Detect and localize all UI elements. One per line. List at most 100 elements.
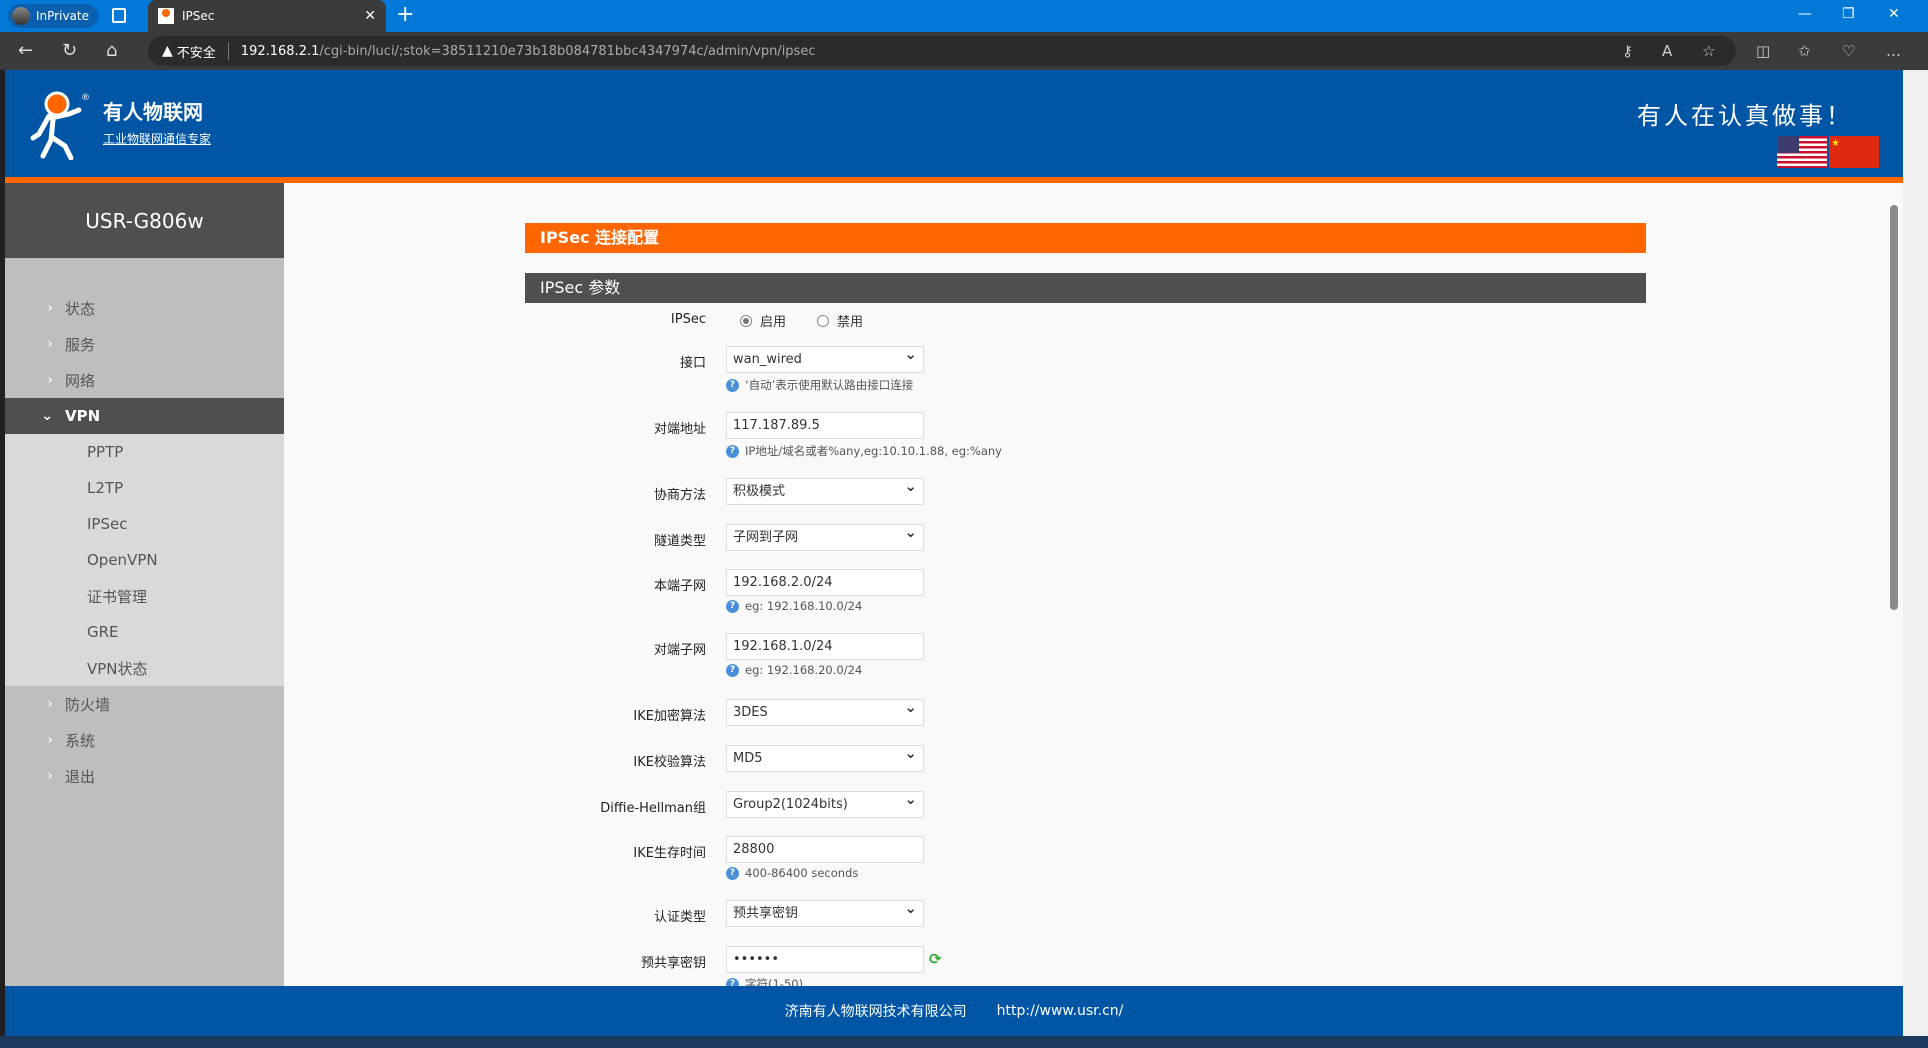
minimize-icon[interactable]: — — [1798, 6, 1812, 22]
sidebar-item-label: PPTP — [87, 443, 124, 461]
help-icon: ? — [726, 378, 739, 392]
help-icon: ? — [726, 599, 739, 613]
chevron-right-icon: › — [47, 768, 53, 784]
sidebar-item[interactable]: › 防火墙 — [5, 686, 284, 722]
security-label[interactable]: 不安全 — [177, 42, 216, 61]
restore-icon[interactable]: ❐ — [1842, 6, 1855, 22]
tab-actions-icon[interactable] — [112, 8, 126, 23]
ike-hash-label: IKE校验算法 — [633, 755, 706, 770]
home-icon[interactable]: ⌂ — [106, 40, 117, 61]
slogan: 有人在认真做事！ — [1637, 102, 1853, 130]
sidebar: USR-G806w › 状态 › 服务 › 网络 ⌄ VPN PPTP L2TP IPSec Open… — [5, 183, 284, 1036]
auth-type-select[interactable]: 预共享密钥 — [726, 896, 924, 927]
sidebar-item[interactable]: OpenVPN — [5, 542, 284, 578]
sidebar-item[interactable]: IPSec — [5, 506, 284, 542]
hint-text: ‘自动’表示使用默认路由接口连接 — [745, 378, 914, 392]
read-aloud-icon[interactable]: A — [1662, 42, 1672, 60]
cn-flag-icon[interactable]: ★ — [1829, 136, 1879, 168]
chevron-down-icon: ⌄ — [41, 408, 53, 424]
sidebar-item-label: 系统 — [65, 731, 96, 750]
close-window-icon[interactable]: ✕ — [1888, 6, 1900, 22]
sidebar-item[interactable]: VPN状态 — [5, 650, 284, 686]
company-name: 济南有人物联网技术有限公司 — [784, 1004, 967, 1020]
close-tab-icon[interactable]: ✕ — [364, 8, 376, 24]
new-tab-icon[interactable]: + — [396, 2, 414, 27]
ipsec-label: IPSec — [670, 312, 706, 327]
sidebar-item[interactable]: › 退出 — [5, 758, 284, 794]
hint-text: eg: 192.168.20.0/24 — [745, 663, 863, 677]
key-icon[interactable]: ⚷ — [1622, 42, 1633, 60]
ike-hash-select[interactable]: MD5 — [726, 741, 924, 772]
negotiation-select[interactable]: 积极模式 — [726, 474, 924, 505]
us-flag-icon[interactable] — [1777, 136, 1827, 168]
url-path: /cgi-bin/luci/;stok=38511210e73b18b08478… — [319, 43, 816, 59]
sidebar-item-label: VPN状态 — [87, 659, 148, 678]
favorite-icon[interactable]: ☆ — [1702, 42, 1715, 60]
sidebar-item-label: 证书管理 — [87, 587, 148, 606]
header-divider — [5, 177, 1903, 183]
taskbar — [0, 1036, 1928, 1048]
sidebar-item[interactable]: › 状态 — [5, 290, 284, 326]
logo-icon: ® — [30, 91, 90, 160]
local-subnet-input[interactable]: 192.168.2.0/24 — [726, 569, 924, 596]
ike-lifetime-hint: ? 400-86400 seconds — [726, 866, 858, 880]
ipsec-enable-radio[interactable]: 启用 — [740, 311, 786, 330]
split-screen-icon[interactable]: ◫ — [1756, 42, 1770, 60]
sidebar-item[interactable]: 证书管理 — [5, 578, 284, 614]
page-scrollbar[interactable] — [1903, 70, 1928, 1036]
sidebar-item-label: 退出 — [65, 767, 96, 786]
psk-input[interactable]: •••••• — [726, 946, 924, 973]
tab-title: IPSec — [182, 9, 215, 23]
favorites-icon[interactable]: ✩ — [1798, 42, 1811, 60]
inprivate-badge[interactable]: InPrivate — [8, 4, 98, 28]
chevron-right-icon: › — [47, 300, 53, 316]
ipsec-disable-radio[interactable]: 禁用 — [817, 311, 863, 330]
help-icon: ? — [726, 444, 739, 458]
sidebar-item[interactable]: › 系统 — [5, 722, 284, 758]
sidebar-item[interactable]: ⌄ VPN — [5, 398, 284, 434]
chevron-right-icon: › — [47, 732, 53, 748]
enable-label: 启用 — [760, 315, 787, 330]
sidebar-item[interactable]: › 网络 — [5, 362, 284, 398]
sidebar-item-label: IPSec — [87, 515, 128, 533]
brand-tagline[interactable]: 工业物联网通信专家 — [103, 130, 211, 147]
psk-label: 预共享密钥 — [640, 956, 706, 971]
interface-select[interactable]: wan_wired — [726, 342, 924, 373]
scrollbar-thumb[interactable] — [1890, 205, 1898, 610]
sidebar-item-label: OpenVPN — [87, 551, 158, 569]
refresh-icon[interactable]: ↻ — [62, 40, 77, 61]
company-url[interactable]: http://www.usr.cn/ — [997, 1003, 1124, 1019]
device-model: USR-G806w — [5, 183, 284, 258]
address-bar[interactable]: ▲ 不安全 192.168.2.1/cgi-bin/luci/;stok=38511… — [148, 36, 1736, 66]
ike-encryption-select[interactable]: 3DES — [726, 695, 924, 726]
peer-subnet-hint: ? eg: 192.168.20.0/24 — [726, 663, 862, 677]
peer-address-input[interactable]: 117.187.89.5 — [726, 412, 924, 439]
page: ® 有人物联网 工业物联网通信专家 有人在认真做事！ ★ USR-G806w ›… — [5, 70, 1903, 1036]
hint-text: IP地址/域名或者%any,eg:10.10.1.88, eg:%any — [745, 444, 1002, 458]
refresh-key-icon[interactable]: ⟳ — [929, 950, 942, 968]
sidebar-item[interactable]: L2TP — [5, 470, 284, 506]
sidebar-item[interactable]: › 服务 — [5, 326, 284, 362]
url-host: 192.168.2.1 — [240, 43, 320, 59]
health-icon[interactable]: ♡ — [1842, 42, 1855, 60]
svg-text:®: ® — [81, 93, 90, 103]
hint-text: 400-86400 seconds — [745, 866, 859, 880]
peer-address-hint: ? IP地址/域名或者%any,eg:10.10.1.88, eg:%any — [726, 443, 1002, 459]
tab-ipsec[interactable]: IPSec ✕ — [148, 0, 386, 32]
sidebar-item-label: GRE — [87, 623, 119, 641]
tunnel-type-select[interactable]: 子网到子网 — [726, 520, 924, 551]
interface-label: 接口 — [679, 356, 706, 371]
auth-type-label: 认证类型 — [653, 910, 706, 925]
interface-hint: ? ‘自动’表示使用默认路由接口连接 — [726, 377, 913, 393]
sidebar-item[interactable]: GRE — [5, 614, 284, 650]
peer-subnet-input[interactable]: 192.168.1.0/24 — [726, 633, 924, 660]
radio-checked-icon[interactable] — [740, 314, 752, 327]
dh-group-select[interactable]: Group2(1024bits) — [726, 787, 924, 818]
sidebar-item[interactable]: PPTP — [5, 434, 284, 470]
more-icon[interactable]: … — [1886, 42, 1901, 60]
radio-unchecked-icon[interactable] — [817, 314, 829, 327]
page-title: IPSec 连接配置 — [525, 223, 1646, 253]
back-icon[interactable]: ← — [18, 40, 33, 61]
chevron-right-icon: › — [47, 696, 53, 712]
ike-lifetime-input[interactable]: 28800 — [726, 836, 924, 863]
